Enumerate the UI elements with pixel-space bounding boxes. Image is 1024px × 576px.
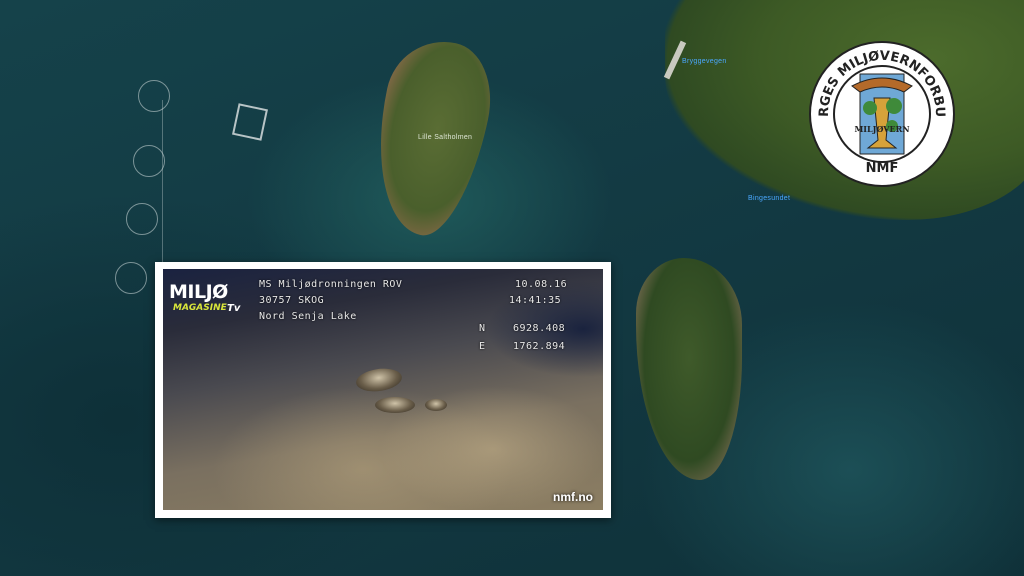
vessel-code: 30757 SKOG — [259, 295, 325, 306]
date-readout: 10.08.16 — [515, 279, 568, 290]
fish-farm-ring — [138, 80, 170, 112]
logo-bottom-text: NMF — [866, 161, 899, 176]
leaf-icon — [886, 98, 902, 114]
brand-sub: MAGASINE — [173, 303, 227, 313]
fish-farm-ring — [133, 145, 165, 177]
seabed-object — [425, 399, 447, 411]
seabed-object — [354, 365, 404, 395]
time-readout: 14:41:35 — [509, 295, 562, 306]
north-value: 6928.408 — [513, 323, 566, 334]
east-label: E — [479, 341, 486, 352]
fish-farm-ring — [115, 262, 147, 294]
miljo-magasine-logo: MILJØ — [169, 283, 228, 302]
leaf-icon — [863, 101, 877, 115]
brand-main: MILJØ — [169, 281, 228, 303]
rov-video-still: MILJØ MAGASINE Tv MS Miljødronningen ROV… — [163, 269, 603, 510]
sound-label: Bingesundet — [748, 195, 791, 202]
location-name: Nord Senja Lake — [259, 311, 357, 322]
fish-farm-ring — [126, 203, 158, 235]
rov-photo-frame: MILJØ MAGASINE Tv MS Miljødronningen ROV… — [155, 262, 611, 518]
nmf-logo: NORGES MILJØVERNFORBUND MILJØVERN NMF — [808, 40, 955, 187]
island-label: Lille Saltholmen — [418, 134, 473, 141]
road-label: Bryggevegen — [682, 58, 727, 65]
east-value: 1762.894 — [513, 341, 566, 352]
fish-farm-rope — [162, 100, 163, 280]
brand-tv: Tv — [227, 303, 241, 314]
nmf-url: nmf.no — [553, 490, 593, 504]
north-label: N — [479, 323, 486, 334]
logo-center-text: MILJØVERN — [854, 124, 909, 134]
vessel-name: MS Miljødronningen ROV — [259, 279, 403, 290]
seabed-object — [375, 397, 415, 413]
